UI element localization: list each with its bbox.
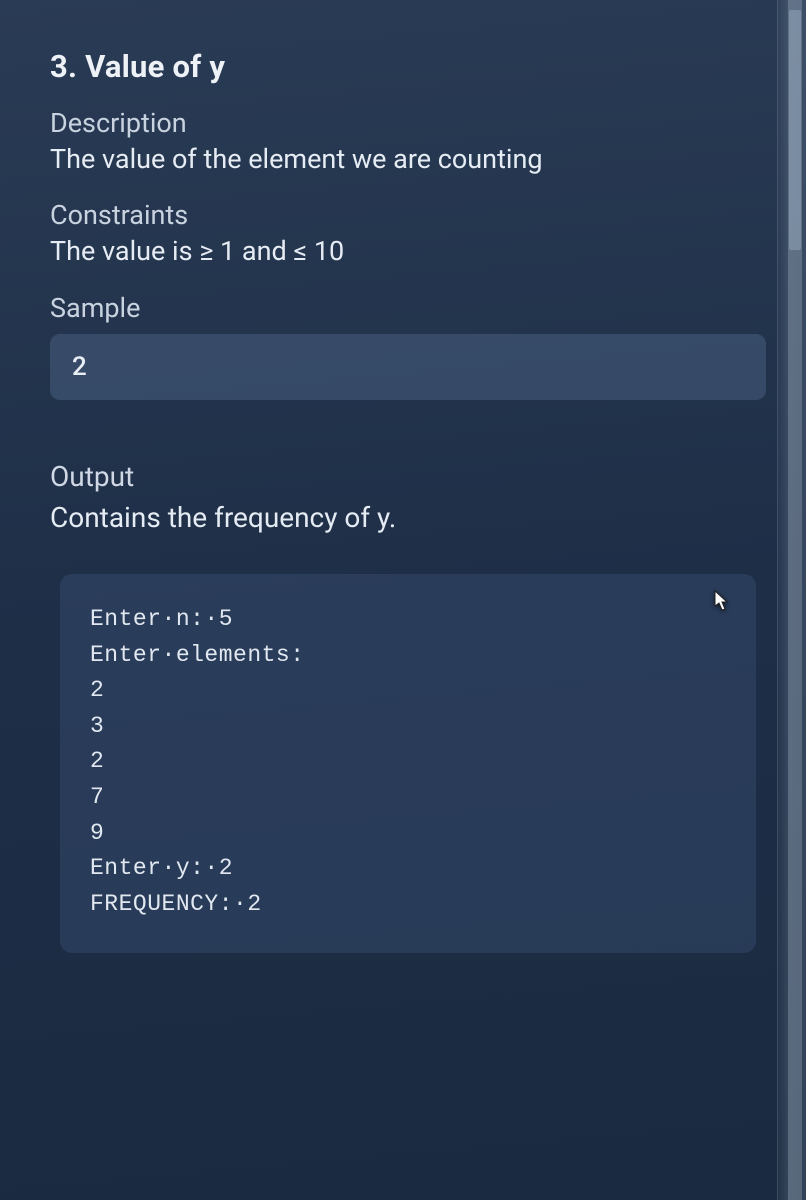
description-label: Description [50, 107, 766, 139]
output-label: Output [50, 460, 766, 493]
right-edge [777, 0, 806, 1200]
constraints-text: The value is ≥ 1 and ≤ 10 [50, 233, 766, 269]
sample-label: Sample [50, 292, 766, 324]
sample-value: 2 [72, 352, 87, 382]
output-text: Contains the frequency of y. [50, 501, 766, 534]
constraints-label: Constraints [50, 199, 766, 231]
output-section: Output Contains the frequency of y. Ente… [50, 460, 766, 953]
section-title: 3. Value of y [50, 48, 766, 85]
description-text: The value of the element we are counting [50, 141, 766, 177]
output-code: Enter·n:·5 Enter·elements: 2 3 2 7 9 Ent… [90, 602, 726, 923]
output-code-box: Enter·n:·5 Enter·elements: 2 3 2 7 9 Ent… [60, 574, 756, 953]
scrollbar-thumb[interactable] [789, 10, 801, 250]
sample-box: 2 [50, 334, 766, 400]
scrollbar-track[interactable] [788, 0, 802, 1200]
problem-panel: 3. Value of y Description The value of t… [0, 0, 806, 1200]
